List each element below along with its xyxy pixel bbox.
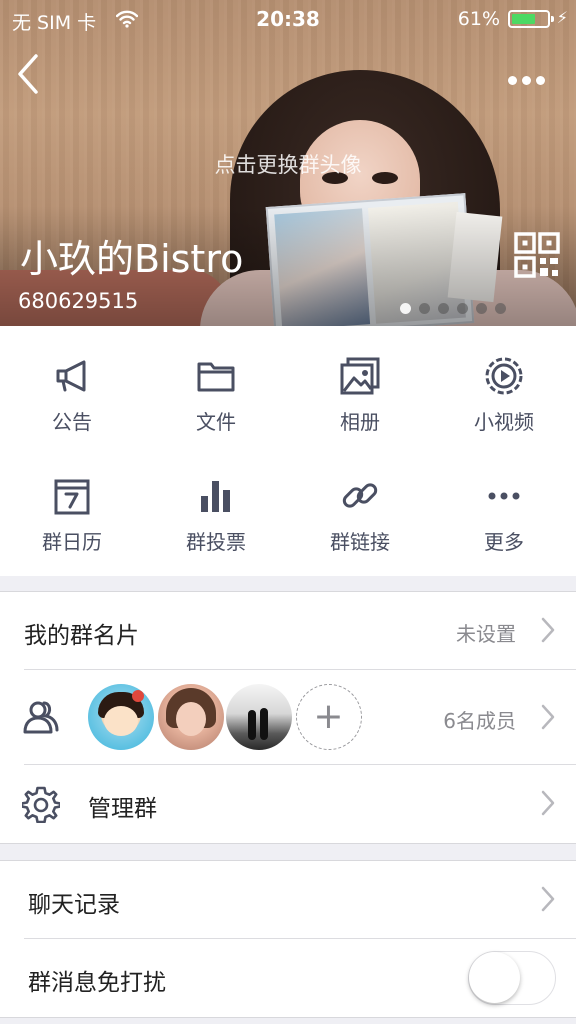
charging-bolt-icon: ⚡ — [556, 8, 568, 27]
battery-fill — [512, 14, 535, 24]
chat-history-title: 聊天记录 — [28, 892, 120, 918]
group-name: 小玖的Bistro — [20, 237, 244, 281]
manage-group-title: 管理群 — [88, 796, 157, 822]
function-grid: 公告 文件 相册 小视频 群日历 群投票 群链接 更多 — [0, 326, 576, 576]
avatar[interactable] — [158, 684, 224, 750]
action-link[interactable]: 群链接 — [288, 446, 432, 566]
calendar-icon — [54, 479, 90, 515]
qr-code-icon[interactable] — [514, 232, 560, 278]
action-album[interactable]: 相册 — [288, 326, 432, 446]
action-label: 公告 — [52, 410, 92, 434]
plus-icon: + — [313, 696, 344, 737]
carousel-dot — [438, 303, 449, 314]
avatar[interactable] — [226, 684, 292, 750]
members-row[interactable]: + 6名成员 — [0, 670, 576, 765]
change-avatar-hint[interactable]: 点击更换群头像 — [0, 149, 576, 179]
toggle-knob — [469, 952, 520, 1003]
chevron-right-icon — [541, 617, 555, 643]
battery-icon — [508, 10, 554, 28]
members-icon — [23, 701, 59, 734]
group-card-value: 未设置 — [456, 622, 516, 646]
chevron-right-icon — [541, 704, 555, 730]
photo-album-icon — [340, 357, 380, 395]
folder-icon — [197, 362, 235, 392]
add-member-button[interactable]: + — [296, 684, 362, 750]
link-icon — [342, 483, 378, 508]
status-bar: 无 SIM 卡 20:38 61% ⚡ — [0, 0, 576, 40]
action-label: 群投票 — [186, 530, 246, 554]
mute-title: 群消息免打扰 — [28, 970, 166, 996]
group-info-section: 我的群名片 未设置 + 6名成员 管理群 — [0, 591, 576, 844]
battery-percent: 61% — [457, 8, 500, 30]
video-play-icon — [485, 357, 523, 395]
gear-icon — [22, 786, 60, 823]
action-short-video[interactable]: 小视频 — [432, 326, 576, 446]
manage-group-row[interactable]: 管理群 — [0, 765, 576, 843]
megaphone-icon — [56, 360, 86, 392]
action-label: 群链接 — [330, 530, 390, 554]
action-label: 文件 — [196, 410, 236, 434]
action-files[interactable]: 文件 — [144, 326, 288, 446]
action-more[interactable]: 更多 — [432, 446, 576, 566]
action-label: 小视频 — [474, 410, 534, 434]
battery-cap — [551, 16, 554, 22]
carousel-dot — [476, 303, 487, 314]
carousel-dot — [419, 303, 430, 314]
carousel-dot — [457, 303, 468, 314]
mute-toggle[interactable] — [468, 951, 556, 1005]
bar-chart-icon — [201, 481, 230, 512]
back-chevron-icon[interactable] — [14, 52, 44, 96]
group-card-title: 我的群名片 — [24, 623, 139, 649]
carousel-dots — [400, 299, 514, 314]
action-label: 相册 — [340, 410, 380, 434]
chevron-right-icon — [541, 790, 555, 816]
action-calendar[interactable]: 群日历 — [0, 446, 144, 566]
chat-history-row[interactable]: 聊天记录 — [0, 861, 576, 939]
action-label: 群日历 — [42, 530, 102, 554]
more-dots-icon — [488, 492, 520, 500]
carousel-dot — [400, 303, 411, 314]
action-vote[interactable]: 群投票 — [144, 446, 288, 566]
action-notice[interactable]: 公告 — [0, 326, 144, 446]
more-options-icon[interactable] — [508, 70, 550, 85]
chat-settings-section: 聊天记录 群消息免打扰 — [0, 860, 576, 1018]
mute-row: 群消息免打扰 — [0, 939, 576, 1017]
member-count: 6名成员 — [443, 709, 516, 733]
avatar[interactable] — [88, 684, 154, 750]
group-card-row[interactable]: 我的群名片 未设置 — [0, 592, 576, 670]
chevron-right-icon — [541, 886, 555, 912]
group-id: 680629515 — [18, 289, 139, 313]
action-label: 更多 — [484, 530, 524, 554]
carousel-dot — [495, 303, 506, 314]
